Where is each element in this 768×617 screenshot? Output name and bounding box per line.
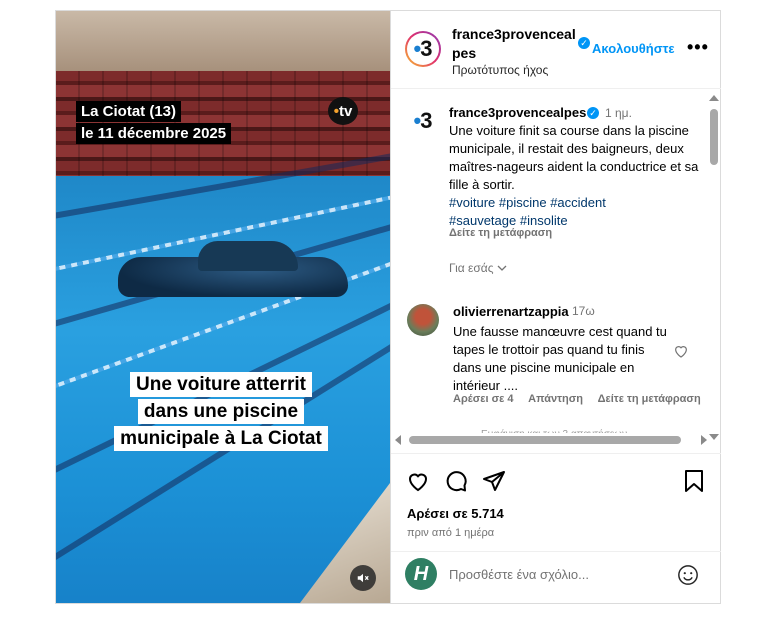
scroll-right-arrow-icon[interactable]	[701, 435, 707, 445]
video-title-line: Une voiture atterrit	[130, 372, 312, 397]
submerged-car	[118, 239, 348, 301]
heart-icon	[408, 473, 428, 492]
post-actions: Αρέσει σε 5.714 πριν από 1 ημέρα	[391, 453, 721, 543]
video-title: Une voiture atterrit dans une piscine mu…	[96, 371, 346, 452]
follow-button[interactable]: Ακολουθήστε	[592, 41, 675, 56]
comments-horizontal-scrollbar[interactable]	[395, 435, 707, 445]
original-audio-link[interactable]: Πρωτότυπος ήχος	[452, 63, 548, 77]
hashtag-link[interactable]: #voiture	[449, 195, 495, 210]
scroll-thumb[interactable]	[409, 436, 681, 444]
post-header: • 3 france3provencealpes ✓ Ακολουθήστε ••…	[391, 11, 721, 89]
verified-badge-icon: ✓	[578, 37, 590, 49]
post-date[interactable]: πριν από 1 ημέρα	[407, 527, 494, 539]
save-button[interactable]	[681, 468, 707, 494]
post-modal: La Ciotat (13) le 11 décembre 2025 • tv U…	[55, 10, 721, 604]
post-side-panel: • 3 france3provencealpes ✓ Ακολουθήστε ••…	[390, 11, 721, 603]
verified-badge-icon: ✓	[587, 107, 599, 119]
author-avatar[interactable]: • 3	[405, 31, 441, 67]
caption-text: Une voiture finit sa course dans la pisc…	[449, 122, 699, 230]
comment-see-translation[interactable]: Δείτε τη μετάφραση	[598, 393, 701, 405]
caption-timestamp[interactable]: 1 ημ.	[605, 106, 632, 120]
date-caption: le 11 décembre 2025	[76, 123, 232, 144]
chevron-down-icon	[497, 265, 507, 271]
france-tv-logo: • tv	[328, 97, 358, 125]
more-options-icon[interactable]: •••	[687, 37, 709, 58]
bookmark-icon	[685, 470, 703, 492]
hashtag-link[interactable]: #accident	[550, 195, 606, 210]
comment-actions: Αρέσει σε 4 Απάντηση Δείτε τη μετάφραση	[453, 393, 713, 405]
mute-button[interactable]	[350, 565, 376, 591]
current-user-avatar[interactable]: H	[405, 558, 437, 590]
hashtag-link[interactable]: #insolite	[520, 213, 568, 228]
location-caption: La Ciotat (13)	[76, 101, 182, 122]
hashtag-link[interactable]: #sauvetage	[449, 213, 516, 228]
video-title-line: municipale à La Ciotat	[114, 426, 328, 451]
comment-button[interactable]	[443, 468, 469, 494]
scroll-up-arrow-icon[interactable]	[709, 95, 719, 101]
comment-input[interactable]	[449, 562, 669, 586]
caption-author-avatar[interactable]: • 3	[405, 103, 441, 139]
comment-timestamp[interactable]: 17ω	[572, 304, 595, 318]
commenter-username[interactable]: olivierrenartzappia	[453, 304, 569, 319]
caption-username[interactable]: france3provencealpes	[449, 105, 586, 120]
heart-icon	[675, 346, 687, 358]
comment-like-button[interactable]	[673, 343, 689, 364]
commenter-avatar[interactable]	[407, 304, 439, 336]
emoji-button[interactable]	[675, 562, 701, 588]
comment-likes-count[interactable]: Αρέσει σε 4	[453, 393, 514, 405]
for-you-dropdown[interactable]: Για εσάς	[449, 261, 507, 275]
scroll-down-arrow-icon[interactable]	[709, 434, 719, 440]
add-comment-bar: H	[391, 551, 721, 603]
comments-section[interactable]: • 3 france3provencealpes ✓ 1 ημ. Une voit…	[391, 91, 721, 451]
paper-plane-icon	[483, 471, 505, 491]
video-title-line: dans une piscine	[137, 399, 305, 424]
likes-count[interactable]: Αρέσει σε 5.714	[407, 506, 504, 521]
reel-video[interactable]: La Ciotat (13) le 11 décembre 2025 • tv U…	[56, 11, 390, 603]
like-button[interactable]	[405, 468, 431, 494]
muted-speaker-icon	[357, 573, 369, 583]
comment-bubble-icon	[446, 471, 467, 492]
video-wall	[56, 11, 390, 71]
view-replies-link[interactable]: Εμφάνιση και των 3 απαντήσεων	[481, 429, 681, 433]
author-username[interactable]: france3provencealpes	[452, 25, 576, 63]
scroll-thumb[interactable]	[710, 109, 718, 165]
see-translation-link[interactable]: Δείτε τη μετάφραση	[449, 227, 552, 239]
caption-body: Une voiture finit sa course dans la pisc…	[449, 123, 699, 192]
reply-button[interactable]: Απάντηση	[528, 393, 583, 405]
hashtag-link[interactable]: #piscine	[499, 195, 547, 210]
emoji-icon	[678, 565, 698, 585]
share-button[interactable]	[481, 468, 507, 494]
scroll-left-arrow-icon[interactable]	[395, 435, 401, 445]
for-you-label: Για εσάς	[449, 261, 494, 275]
comment-text: Une fausse manœuvre cest quand tu tapes …	[453, 324, 667, 393]
comments-vertical-scrollbar[interactable]	[709, 95, 719, 440]
